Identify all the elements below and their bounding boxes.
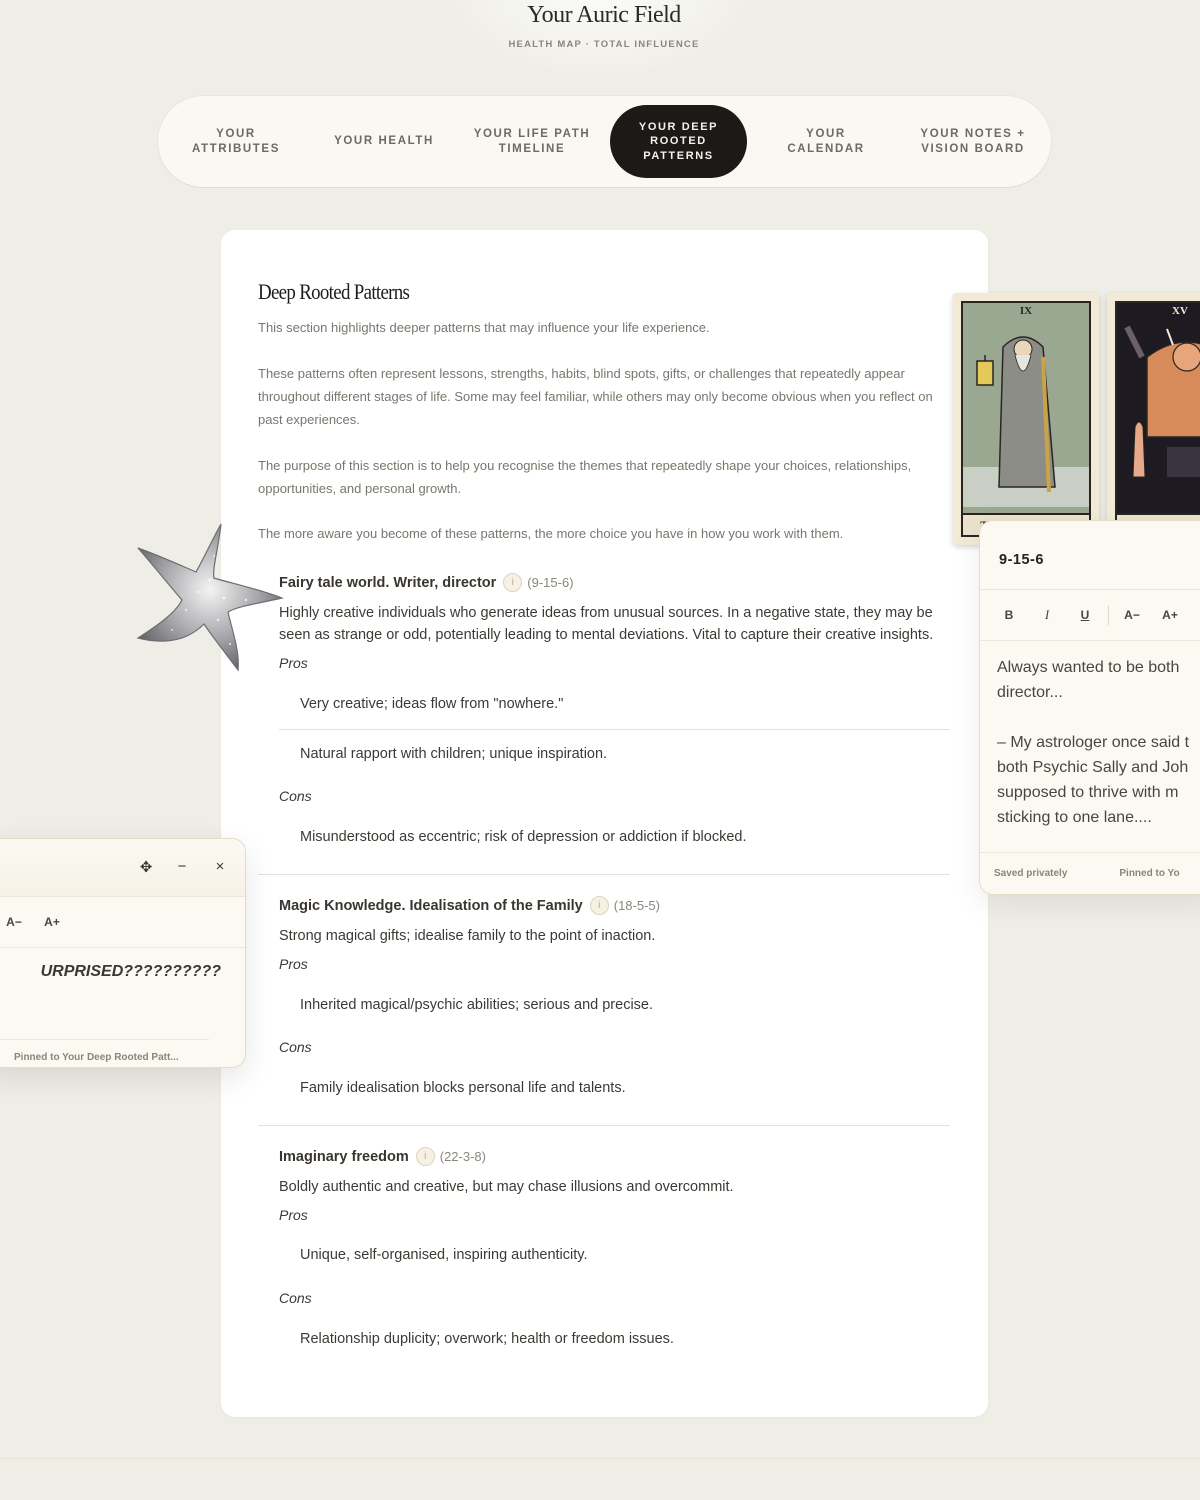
info-icon[interactable]: i [415, 1147, 435, 1166]
saved-status: Saved privately [994, 868, 1068, 879]
main-nav: YOUR ATTRIBUTES YOUR HEALTH YOUR LIFE PA… [158, 96, 1051, 187]
pattern-code: (9-15-6) [527, 575, 574, 590]
glitter-star-sticker[interactable] [126, 520, 286, 680]
info-icon[interactable]: i [503, 573, 523, 592]
note-toolbar: B I U A− A+ [980, 589, 1200, 641]
intro-paragraph: The more aware you become of these patte… [258, 526, 844, 541]
pattern-title: Imaginary freedom i (22-3-8) [279, 1147, 486, 1166]
hermit-figure-icon [963, 336, 1089, 507]
pattern-description: Strong magical gifts; idealise family to… [279, 928, 656, 944]
tarot-card-face: IX THE HERMIT. [961, 301, 1091, 537]
move-icon[interactable]: ✥ [137, 858, 155, 876]
pattern-name: Imaginary freedom [279, 1148, 409, 1165]
tab-your-calendar[interactable]: YOUR CALENDAR [752, 96, 900, 187]
note-widget-left: ✥ − × A− A+ URPRISED?????????? Pinned to… [0, 838, 246, 1068]
pattern-description: Boldly authentic and creative, but may c… [279, 1179, 734, 1195]
devil-figure-icon [1124, 325, 1200, 478]
font-larger-button[interactable]: A+ [1151, 608, 1189, 622]
tarot-card-hermit[interactable]: IX THE HERMIT. [953, 293, 1099, 545]
tarot-card-devil[interactable]: XV THE DEVIL. [1107, 293, 1200, 545]
intro-paragraph: These patterns often represent lessons, … [258, 366, 933, 427]
info-icon[interactable]: i [589, 896, 609, 915]
intro-paragraph: The purpose of this section is to help y… [258, 458, 912, 496]
note-widget-right: 9-15-6 B I U A− A+ Always wanted to be b… [979, 520, 1200, 895]
pinned-status: Pinned to Your Deep Rooted Patt... [14, 1052, 179, 1063]
tarot-card-face: XV THE DEVIL. [1115, 301, 1200, 537]
intro-paragraph: This section highlights deeper patterns … [258, 320, 710, 335]
font-larger-button[interactable]: A+ [33, 915, 71, 929]
tarot-numeral: IX [1019, 305, 1033, 317]
bold-button[interactable]: B [990, 608, 1028, 622]
cons-label: Cons [279, 788, 312, 804]
font-smaller-button[interactable]: A− [1113, 608, 1151, 622]
cons-item: Misunderstood as eccentric; risk of depr… [300, 829, 747, 845]
underline-button[interactable]: U [1066, 608, 1104, 622]
cons-item: Relationship duplicity; overwork; health… [300, 1331, 674, 1347]
tab-your-notes-vision-board[interactable]: YOUR NOTES + VISION BOARD [899, 96, 1047, 187]
tab-your-life-path-timeline[interactable]: YOUR LIFE PATH TIMELINE [458, 96, 606, 187]
pattern-description: Highly creative individuals who generate… [279, 605, 934, 643]
note-toolbar: A− A+ [0, 896, 245, 948]
section-title: Deep Rooted Patterns [258, 279, 410, 304]
tab-your-attributes[interactable]: YOUR ATTRIBUTES [162, 96, 310, 187]
app-title: Your Auric Field [527, 2, 681, 28]
item-divider [279, 729, 950, 730]
pattern-code: (18-5-5) [613, 898, 660, 913]
pattern-divider [258, 874, 950, 875]
minimize-button[interactable]: − [173, 858, 191, 875]
pattern-divider [258, 1125, 950, 1126]
note-textarea[interactable]: URPRISED?????????? [0, 963, 221, 981]
note-textarea[interactable]: Always wanted to be both director... – M… [997, 655, 1200, 830]
page-bottom-divider [0, 1458, 1200, 1459]
note-footer: Saved privately Pinned to Yo [980, 852, 1200, 894]
font-smaller-button[interactable]: A− [0, 915, 33, 929]
pattern-code: (22-3-8) [439, 1149, 486, 1164]
pattern-name: Magic Knowledge. Idealisation of the Fam… [279, 897, 583, 914]
footer-divider [0, 1039, 209, 1040]
toolbar-separator [1108, 605, 1109, 625]
italic-button[interactable]: I [1028, 607, 1066, 623]
cons-item: Family idealisation blocks personal life… [300, 1080, 626, 1096]
pattern-title: Fairy tale world. Writer, director i (9-… [279, 573, 574, 592]
app-subtitle: HEALTH MAP · TOTAL INFLUENCE [508, 39, 700, 50]
close-button[interactable]: × [211, 858, 229, 875]
pros-item: Inherited magical/psychic abilities; ser… [300, 997, 654, 1013]
tab-your-health[interactable]: YOUR HEALTH [310, 96, 458, 187]
pros-item: Unique, self-organised, inspiring authen… [300, 1247, 588, 1263]
pattern-name: Fairy tale world. Writer, director [279, 574, 497, 591]
pros-label: Pros [279, 1207, 308, 1223]
tab-your-deep-rooted-patterns[interactable]: YOUR DEEP ROOTED PATTERNS [610, 105, 747, 178]
tarot-numeral: XV [1172, 305, 1188, 317]
pros-item: Very creative; ideas flow from "nowhere.… [300, 696, 564, 712]
note-pattern-code: 9-15-6 [999, 552, 1044, 568]
pros-item: Natural rapport with children; unique in… [300, 746, 608, 762]
pinned-status: Pinned to Yo [1119, 868, 1180, 879]
cons-label: Cons [279, 1290, 312, 1306]
pros-label: Pros [279, 956, 308, 972]
pattern-title: Magic Knowledge. Idealisation of the Fam… [279, 896, 660, 915]
note-titlebar: ✥ − × [0, 839, 245, 896]
cons-label: Cons [279, 1039, 312, 1055]
